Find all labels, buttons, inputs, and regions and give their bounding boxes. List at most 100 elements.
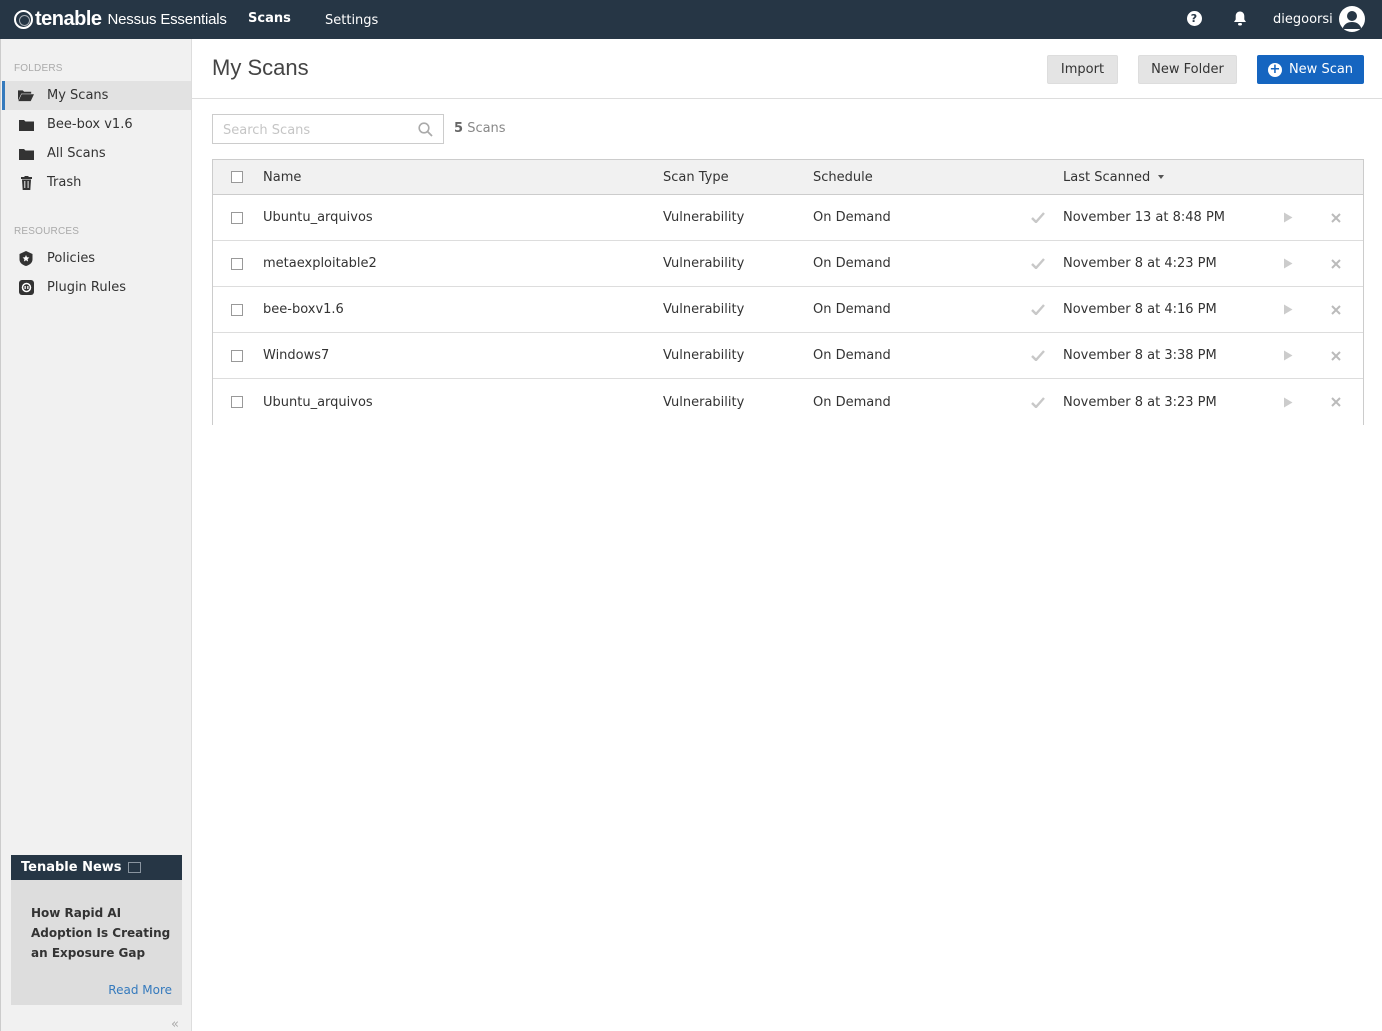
row-checkbox[interactable] xyxy=(231,396,243,408)
completed-check-icon xyxy=(1031,195,1045,240)
launch-play-icon[interactable] xyxy=(1283,195,1293,240)
sidebar-item-all-scans[interactable]: All Scans xyxy=(2,139,191,168)
new-scan-button[interactable]: + New Scan xyxy=(1257,55,1364,84)
row-checkbox[interactable] xyxy=(231,212,243,224)
book-icon xyxy=(127,862,141,873)
column-header-last-scanned-label: Last Scanned xyxy=(1063,169,1151,185)
table-row[interactable]: Ubuntu_arquivos Vulnerability On Demand … xyxy=(213,195,1363,241)
delete-x-icon[interactable] xyxy=(1331,333,1341,378)
last-scanned: November 8 at 3:38 PM xyxy=(1063,348,1217,363)
scan-name[interactable]: Windows7 xyxy=(263,333,329,378)
scan-name[interactable]: metaexploitable2 xyxy=(263,241,377,286)
sidebar-item-label: Plugin Rules xyxy=(47,280,126,295)
sidebar-item-bee-box[interactable]: Bee-box v1.6 xyxy=(2,110,191,139)
sort-descending-icon xyxy=(1158,175,1165,179)
sidebar: FOLDERS My Scans Bee-box v1.6 All Scans … xyxy=(0,39,192,1031)
sidebar-item-trash[interactable]: Trash xyxy=(2,168,191,197)
sidebar-item-label: Policies xyxy=(47,251,96,266)
sidebar-item-plugin-rules[interactable]: Plugin Rules xyxy=(2,273,191,302)
logo-product-text: Nessus Essentials xyxy=(107,10,227,28)
nav-scans-link[interactable]: Scans xyxy=(248,11,291,26)
trash-icon xyxy=(18,175,34,191)
tenable-news-widget: Tenable News How Rapid AI Adoption Is Cr… xyxy=(11,855,182,1005)
scan-name[interactable]: Ubuntu_arquivos xyxy=(263,195,373,240)
scan-type: Vulnerability xyxy=(663,210,745,225)
table-header: Name Scan Type Schedule Last Scanned xyxy=(213,160,1363,195)
last-scanned: November 8 at 4:16 PM xyxy=(1063,302,1217,317)
completed-check-icon xyxy=(1031,333,1045,378)
nav-settings-link[interactable]: Settings xyxy=(325,13,378,28)
column-header-last-scanned[interactable]: Last Scanned xyxy=(1063,160,1165,194)
delete-x-icon[interactable] xyxy=(1331,287,1341,332)
scan-schedule: On Demand xyxy=(813,394,891,410)
folder-icon xyxy=(18,146,34,162)
search-icon[interactable] xyxy=(418,122,433,137)
table-row[interactable]: metaexploitable2 Vulnerability On Demand… xyxy=(213,241,1363,287)
folder-icon xyxy=(18,117,34,133)
tenable-logo[interactable]: tenable Nessus Essentials xyxy=(14,7,227,31)
sidebar-item-policies[interactable]: Policies xyxy=(2,244,191,273)
row-checkbox[interactable] xyxy=(231,304,243,316)
plugin-rules-icon xyxy=(18,280,34,296)
scan-schedule: On Demand xyxy=(813,210,891,225)
search-input[interactable] xyxy=(223,121,413,139)
scan-name[interactable]: Ubuntu_arquivos xyxy=(263,379,373,425)
last-scanned: November 8 at 3:23 PM xyxy=(1063,394,1217,410)
top-nav-bar: tenable Nessus Essentials Scans Settings… xyxy=(0,0,1382,39)
scan-type: Vulnerability xyxy=(663,394,745,410)
column-header-schedule[interactable]: Schedule xyxy=(813,160,873,194)
completed-check-icon xyxy=(1031,379,1045,425)
folder-open-icon xyxy=(18,88,34,104)
header-divider xyxy=(192,98,1382,99)
table-row[interactable]: Ubuntu_arquivos Vulnerability On Demand … xyxy=(213,379,1363,425)
scan-type: Vulnerability xyxy=(663,302,745,317)
logo-brand-text: tenable xyxy=(35,7,102,30)
new-folder-button[interactable]: New Folder xyxy=(1138,55,1237,84)
username-label[interactable]: diegoorsi xyxy=(1273,12,1333,27)
sidebar-item-label: All Scans xyxy=(47,146,106,161)
select-all-checkbox[interactable] xyxy=(231,171,243,183)
folders-heading: FOLDERS xyxy=(14,63,63,74)
delete-x-icon[interactable] xyxy=(1331,241,1341,286)
launch-play-icon[interactable] xyxy=(1283,287,1293,332)
delete-x-icon[interactable] xyxy=(1331,195,1341,240)
import-button[interactable]: Import xyxy=(1047,55,1118,84)
scan-count-label: Scans xyxy=(467,121,506,136)
row-checkbox[interactable] xyxy=(231,350,243,362)
news-headline[interactable]: How Rapid AI Adoption Is Creating an Exp… xyxy=(31,903,171,963)
scan-schedule: On Demand xyxy=(813,256,891,271)
delete-x-icon[interactable] xyxy=(1331,379,1341,425)
news-header: Tenable News xyxy=(11,855,182,880)
collapse-sidebar-icon[interactable]: « xyxy=(171,1017,179,1031)
sidebar-item-label: Bee-box v1.6 xyxy=(47,117,133,132)
column-header-name[interactable]: Name xyxy=(263,160,301,194)
page-title: My Scans xyxy=(212,55,309,80)
resources-heading: RESOURCES xyxy=(14,226,80,237)
search-box[interactable] xyxy=(212,114,444,144)
scans-table: Name Scan Type Schedule Last Scanned Ubu… xyxy=(212,159,1364,425)
scan-type: Vulnerability xyxy=(663,256,745,271)
launch-play-icon[interactable] xyxy=(1283,333,1293,378)
scan-count-number: 5 xyxy=(454,121,464,136)
column-header-scan-type[interactable]: Scan Type xyxy=(663,160,729,194)
launch-play-icon[interactable] xyxy=(1283,241,1293,286)
news-read-more-link[interactable]: Read More xyxy=(108,983,172,997)
table-row[interactable]: bee-boxv1.6 Vulnerability On Demand Nove… xyxy=(213,287,1363,333)
scan-schedule: On Demand xyxy=(813,348,891,363)
sidebar-item-label: My Scans xyxy=(47,88,109,103)
scan-name[interactable]: bee-boxv1.6 xyxy=(263,287,344,332)
sidebar-item-label: Trash xyxy=(47,175,82,190)
scan-count: 5 Scans xyxy=(454,121,506,136)
completed-check-icon xyxy=(1031,287,1045,332)
scan-schedule: On Demand xyxy=(813,302,891,317)
row-checkbox[interactable] xyxy=(231,258,243,270)
last-scanned: November 8 at 4:23 PM xyxy=(1063,256,1217,271)
user-avatar-icon[interactable] xyxy=(1339,6,1365,32)
launch-play-icon[interactable] xyxy=(1283,379,1293,425)
sidebar-item-my-scans[interactable]: My Scans xyxy=(2,81,191,110)
help-icon[interactable]: ? xyxy=(1186,10,1202,26)
policy-badge-icon xyxy=(18,251,34,267)
notifications-bell-icon[interactable] xyxy=(1232,10,1248,26)
completed-check-icon xyxy=(1031,241,1045,286)
table-row[interactable]: Windows7 Vulnerability On Demand Novembe… xyxy=(213,333,1363,379)
